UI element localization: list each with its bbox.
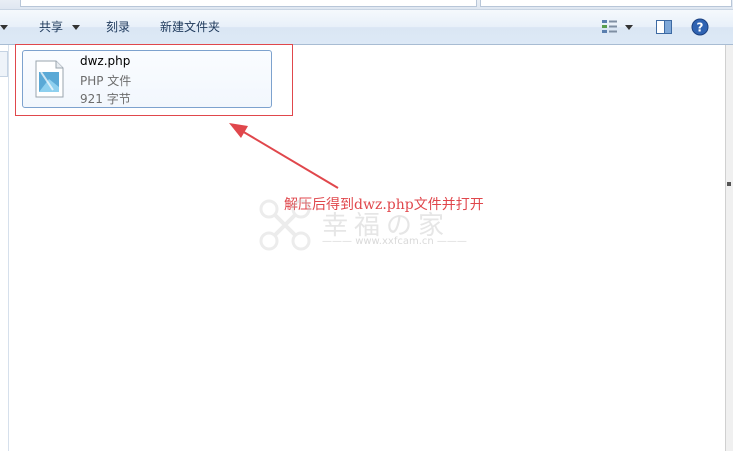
new-folder-label: 新建文件夹 [160, 20, 221, 34]
preview-pane-button[interactable] [654, 17, 674, 37]
navigation-pane[interactable] [0, 45, 9, 451]
watermark-url: ——— www.xxfcam.cn ——— [322, 236, 467, 247]
annotation-highlight-box [15, 44, 293, 116]
preview-pane-icon [656, 20, 672, 34]
address-bar[interactable] [20, 0, 477, 7]
address-bar-strip [0, 0, 733, 10]
burn-button[interactable]: 刻录 [106, 18, 130, 36]
dropdown-caret-icon [625, 25, 633, 30]
scroll-marker [727, 182, 731, 186]
organize-dropdown-caret[interactable] [0, 18, 8, 36]
help-button[interactable]: ? [690, 17, 710, 37]
share-button[interactable]: 共享 [39, 18, 80, 36]
help-icon: ? [691, 18, 709, 36]
view-options-button[interactable] [600, 17, 620, 37]
dropdown-caret-icon [0, 25, 8, 30]
view-options-dropdown[interactable] [625, 18, 633, 36]
new-folder-button[interactable]: 新建文件夹 [160, 18, 220, 36]
command-bar: 共享 刻录 新建文件夹 ? [0, 10, 733, 45]
share-label: 共享 [39, 20, 64, 34]
nav-selected-item[interactable] [0, 51, 8, 77]
watermark-url-text: www.xxfcam.cn [355, 236, 434, 247]
right-scrollbar[interactable] [725, 45, 733, 451]
svg-text:?: ? [697, 21, 704, 35]
watermark-logo-icon [259, 199, 311, 251]
dropdown-caret-icon [71, 25, 80, 30]
search-box[interactable] [480, 0, 732, 7]
burn-label: 刻录 [106, 20, 131, 34]
view-options-icon [602, 20, 617, 33]
